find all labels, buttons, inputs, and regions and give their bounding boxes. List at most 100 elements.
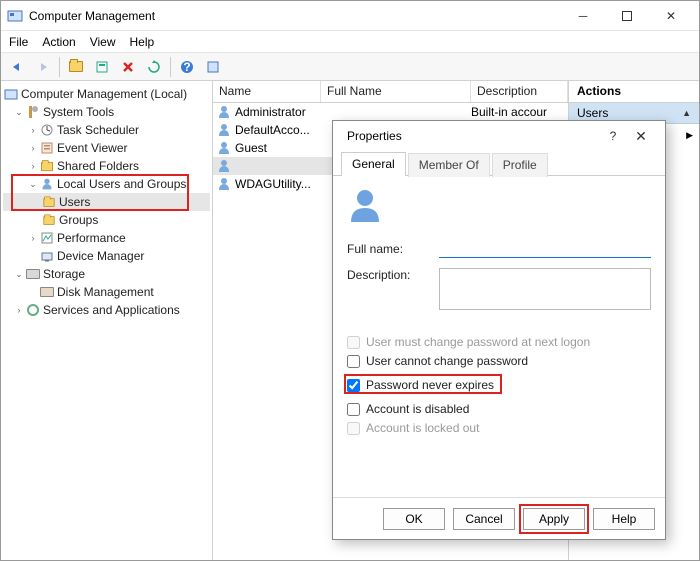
tree-local-users-groups[interactable]: ⌄Local Users and Groups [3,175,210,193]
chk-cannot-change-label: User cannot change password [366,354,528,368]
chk-locked-box [347,422,360,435]
fullname-label: Full name: [347,242,439,256]
chk-disabled[interactable]: Account is disabled [347,402,651,416]
chk-locked-label: Account is locked out [366,421,479,435]
user-icon [215,124,233,136]
tree-systools[interactable]: ⌄System Tools [3,103,210,121]
user-icon [215,160,233,172]
tree-root-label: Computer Management (Local) [21,87,187,101]
tree-svcapps[interactable]: ›Services and Applications [3,301,210,319]
tree-shared-label: Shared Folders [57,159,139,173]
chk-cannot-change-box[interactable] [347,355,360,368]
tree-devmgr-label: Device Manager [57,249,144,263]
dialog-titlebar: Properties ? ✕ [333,121,665,151]
ok-button[interactable]: OK [383,508,445,530]
actions-title: Actions [569,81,699,103]
menu-view[interactable]: View [90,35,116,49]
list-row[interactable]: Administrator Built-in accour [213,103,568,121]
extra-button[interactable] [201,55,225,79]
tree-event[interactable]: ›Event Viewer [3,139,210,157]
row-name: Administrator [233,105,321,119]
tree-users[interactable]: Users [3,193,210,211]
description-label: Description: [347,268,439,282]
chk-must-change-box [347,336,360,349]
tab-memberof[interactable]: Member Of [408,153,490,177]
up-folder-button[interactable] [64,55,88,79]
chk-must-change-label: User must change password at next logon [366,335,590,349]
chevron-right-icon[interactable]: ▶ [686,130,693,141]
tree-groups[interactable]: Groups [3,211,210,229]
menu-help[interactable]: Help [130,35,155,49]
forward-button[interactable] [31,55,55,79]
tree-task[interactable]: ›Task Scheduler [3,121,210,139]
titlebar: Computer Management ─ ✕ [1,1,699,31]
row-name: WDAGUtility... [233,177,321,191]
user-icon [215,106,233,118]
user-icon [215,178,233,190]
fullname-input[interactable] [439,240,651,258]
dialog-buttons: OK Cancel Apply Help [333,497,665,539]
tree-event-label: Event Viewer [57,141,127,155]
tree-performance[interactable]: ›Performance [3,229,210,247]
tree-storage-label: Storage [43,267,85,281]
refresh-button[interactable] [142,55,166,79]
tab-general[interactable]: General [341,152,406,176]
chk-must-change: User must change password at next logon [347,335,651,349]
maximize-button[interactable] [605,2,649,30]
chk-cannot-change[interactable]: User cannot change password [347,354,651,368]
properties-dialog: Properties ? ✕ General Member Of Profile… [332,120,666,540]
app-icon [7,8,23,24]
dialog-help-icon[interactable]: ? [599,129,627,143]
tree-storage[interactable]: ⌄Storage [3,265,210,283]
row-name: Guest [233,141,321,155]
properties-button[interactable] [90,55,114,79]
row-name: DefaultAcco... [233,123,321,137]
tree-pane: Computer Management (Local) ⌄System Tool… [1,81,213,560]
menu-file[interactable]: File [9,35,28,49]
chk-disabled-label: Account is disabled [366,402,469,416]
tree-diskmgmt[interactable]: Disk Management [3,283,210,301]
chevron-up-icon: ▲ [682,108,691,118]
cancel-button[interactable]: Cancel [453,508,515,530]
highlight-apply [519,504,589,534]
chk-disabled-box[interactable] [347,403,360,416]
tree-users-label: Users [59,195,90,209]
help-button[interactable]: Help [593,508,655,530]
help-button[interactable]: ? [175,55,199,79]
dialog-tabs: General Member Of Profile [333,151,665,176]
tree-task-label: Task Scheduler [57,123,139,137]
tree-root[interactable]: Computer Management (Local) [3,85,210,103]
tree-lug-label: Local Users and Groups [57,177,186,191]
col-desc[interactable]: Description [471,81,568,102]
description-field: Description: [347,268,651,310]
dialog-title: Properties [347,129,402,143]
fullname-field: Full name: [347,240,651,258]
close-button[interactable]: ✕ [649,2,693,30]
window-title: Computer Management [29,9,155,23]
tree-shared[interactable]: ›Shared Folders [3,157,210,175]
col-name[interactable]: Name [213,81,321,102]
toolbar: ? [1,53,699,81]
tree-devmgr[interactable]: Device Manager [3,247,210,265]
description-input[interactable] [439,268,651,310]
back-button[interactable] [5,55,29,79]
chk-locked: Account is locked out [347,421,651,435]
user-icon [215,142,233,154]
tree-groups-label: Groups [59,213,98,227]
tree-systools-label: System Tools [43,105,114,119]
minimize-button[interactable]: ─ [561,2,605,30]
row-desc: Built-in accour [471,105,547,119]
dialog-close-icon[interactable]: ✕ [627,128,655,145]
tab-profile[interactable]: Profile [492,153,548,177]
tree-diskmgmt-label: Disk Management [57,285,154,299]
dialog-body: Full name: Description: User must change… [333,176,665,497]
tree-perf-label: Performance [57,231,126,245]
delete-button[interactable] [116,55,140,79]
svg-text:?: ? [183,60,190,74]
list-header: Name Full Name Description [213,81,568,103]
menubar: File Action View Help [1,31,699,53]
col-fullname[interactable]: Full Name [321,81,471,102]
menu-action[interactable]: Action [42,35,75,49]
actions-context-label: Users [577,106,608,120]
highlight-never-expires [344,374,502,394]
